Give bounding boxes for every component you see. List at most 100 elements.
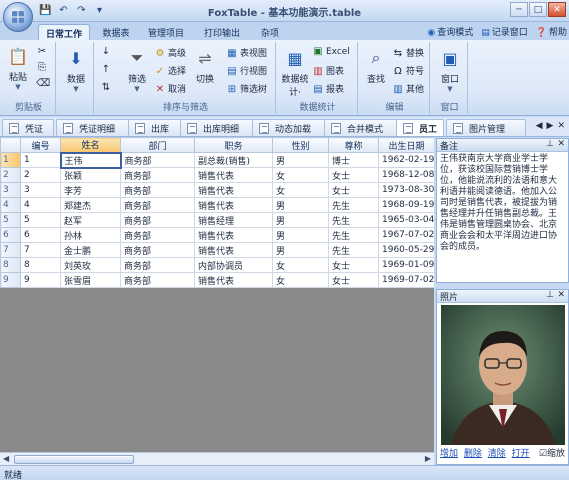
- table-cell[interactable]: 张颖: [60, 167, 121, 183]
- table-cell[interactable]: 1968-09-19: [378, 197, 434, 213]
- select-button[interactable]: ✓ 选择: [154, 64, 186, 77]
- table-cell[interactable]: 1969-01-09: [378, 257, 434, 273]
- column-header[interactable]: 尊称: [328, 137, 379, 153]
- sheet-tab-employees[interactable]: 员工: [396, 119, 444, 136]
- table-cell[interactable]: 男: [272, 227, 329, 243]
- table-cell[interactable]: 商务部: [120, 212, 195, 228]
- row-header[interactable]: 3: [0, 182, 21, 198]
- sort-custom-button[interactable]: ⇅: [100, 82, 114, 93]
- table-row[interactable]: 8 8 刘英玫 商务部 内部协调员女女士 1969-01-09: [0, 257, 434, 273]
- record-window-button[interactable]: ▤ 记录窗口: [481, 25, 528, 38]
- row-header[interactable]: 4: [0, 197, 21, 213]
- table-cell[interactable]: 商务部: [120, 227, 195, 243]
- row-header[interactable]: 1: [0, 152, 21, 168]
- scroll-thumb[interactable]: [14, 455, 134, 464]
- column-header[interactable]: 部门: [120, 137, 195, 153]
- zoom-checkbox[interactable]: ☑缩放: [539, 446, 565, 459]
- table-cell[interactable]: 女: [272, 167, 329, 183]
- sheet-tab-image-management[interactable]: 图片管理: [446, 119, 526, 136]
- table-cell[interactable]: 赵军: [60, 212, 121, 228]
- table-cell[interactable]: 女士: [328, 272, 379, 288]
- table-view-button[interactable]: ▦ 表视图: [226, 46, 267, 59]
- table-cell[interactable]: 商务部: [120, 152, 195, 168]
- close-icon[interactable]: ✕: [557, 139, 565, 149]
- table-cell[interactable]: 男: [272, 242, 329, 258]
- table-cell[interactable]: 女: [272, 182, 329, 198]
- table-cell[interactable]: 1960-05-29: [378, 242, 434, 258]
- table-cell[interactable]: 1973-08-30: [378, 182, 434, 198]
- notes-text[interactable]: 王伟获南京大学商业学士学位，获该校国际营销博士学位，他能说流利的法语和意大利语并…: [437, 152, 568, 280]
- sheet-tab-dynamic-load[interactable]: 动态加载: [252, 119, 328, 136]
- table-cell[interactable]: 商务部: [120, 197, 195, 213]
- column-header[interactable]: 出生日期: [378, 137, 434, 153]
- table-cell[interactable]: 商务部: [120, 257, 195, 273]
- table-row[interactable]: 1 1 王伟 商务部 副总裁(销售) 男博士 1962-02-19: [0, 151, 434, 169]
- pin-icon[interactable]: ⊥: [546, 290, 554, 300]
- table-cell[interactable]: 2: [20, 167, 61, 183]
- table-cell[interactable]: 销售代表: [194, 227, 273, 243]
- table-cell[interactable]: 先生: [328, 227, 379, 243]
- table-cell[interactable]: 王伟: [59, 151, 122, 169]
- table-row[interactable]: 2 2 张颖 商务部 销售代表女女士 1968-12-08: [0, 167, 434, 183]
- row-header[interactable]: 2: [0, 167, 21, 183]
- maximize-button[interactable]: □: [529, 2, 547, 17]
- row-header[interactable]: 7: [0, 242, 21, 258]
- table-row[interactable]: 9 9 张雪眉 商务部 销售代表女女士 1969-07-02: [0, 272, 434, 288]
- column-header[interactable]: 性别: [272, 137, 329, 153]
- table-cell[interactable]: 女士: [328, 167, 379, 183]
- table-cell[interactable]: 7: [20, 242, 61, 258]
- table-cell[interactable]: 内部协调员: [194, 257, 273, 273]
- table-row[interactable]: 3 3 李芳 商务部 销售代表女女士 1973-08-30: [0, 182, 434, 198]
- other-button[interactable]: ▥ 其他: [392, 82, 424, 95]
- excel-button[interactable]: ▣ Excel: [312, 46, 350, 57]
- query-mode-button[interactable]: ◉ 查询模式: [427, 25, 473, 38]
- close-icon[interactable]: ✕: [557, 290, 565, 300]
- table-cell[interactable]: 1: [20, 152, 61, 168]
- chart-button[interactable]: ▥ 图表: [312, 64, 344, 77]
- row-view-button[interactable]: ▤ 行视图: [226, 64, 267, 77]
- table-cell[interactable]: 副总裁(销售): [194, 152, 273, 168]
- table-row[interactable]: 6 6 孙林 商务部 销售代表男先生 1967-07-02: [0, 227, 434, 243]
- table-cell[interactable]: 张雪眉: [60, 272, 121, 288]
- scroll-right-icon[interactable]: ▶: [547, 121, 554, 131]
- table-cell[interactable]: 男: [272, 212, 329, 228]
- table-cell[interactable]: 女士: [328, 182, 379, 198]
- table-cell[interactable]: 1967-07-02: [378, 227, 434, 243]
- office-button[interactable]: [3, 2, 33, 32]
- report-button[interactable]: ▤ 报表: [312, 82, 344, 95]
- column-header[interactable]: 姓名: [60, 137, 121, 153]
- sort-asc-button[interactable]: ↓: [100, 46, 114, 57]
- format-painter-button[interactable]: ⌫: [36, 78, 50, 89]
- table-cell[interactable]: 男: [272, 152, 329, 168]
- scroll-right-arrow-icon[interactable]: ▶: [425, 454, 431, 463]
- copy-button[interactable]: ⎘: [36, 62, 50, 73]
- find-button[interactable]: ⌕ 查找: [362, 46, 390, 85]
- replace-button[interactable]: ⇆ 替换: [392, 46, 424, 59]
- table-cell[interactable]: 销售代表: [194, 197, 273, 213]
- help-button[interactable]: ❓ 帮助: [536, 25, 567, 38]
- table-cell[interactable]: 女士: [328, 257, 379, 273]
- close-sheet-icon[interactable]: ✕: [557, 121, 565, 131]
- table-cell[interactable]: 孙林: [60, 227, 121, 243]
- scroll-left-icon[interactable]: ◀: [536, 121, 543, 131]
- advanced-filter-button[interactable]: ⚙ 高级: [154, 46, 187, 59]
- clear-photo-link[interactable]: 清除: [488, 449, 506, 459]
- table-row[interactable]: 4 4 郑建杰 商务部 销售代表男先生 1968-09-19: [0, 197, 434, 213]
- close-button[interactable]: ✕: [548, 2, 566, 17]
- table-cell[interactable]: 1968-12-08: [378, 167, 434, 183]
- table-cell[interactable]: 商务部: [120, 242, 195, 258]
- tab-misc[interactable]: 杂项: [254, 24, 286, 40]
- table-cell[interactable]: 金士鹏: [60, 242, 121, 258]
- sheet-tab-outbound[interactable]: 出库: [128, 119, 188, 136]
- table-cell[interactable]: 博士: [328, 152, 379, 168]
- column-header[interactable]: 职务: [194, 137, 273, 153]
- table-cell[interactable]: 5: [20, 212, 61, 228]
- switch-button[interactable]: ⇌ 切换: [190, 46, 220, 86]
- symbol-button[interactable]: Ω 符号: [392, 64, 424, 77]
- minimize-button[interactable]: ─: [510, 2, 528, 17]
- table-cell[interactable]: 女: [272, 257, 329, 273]
- tab-datatable[interactable]: 数据表: [96, 24, 136, 40]
- window-button[interactable]: ▣ 窗口 ▼: [435, 46, 465, 94]
- sheet-tab-merge-mode[interactable]: 合并模式: [324, 119, 400, 136]
- table-cell[interactable]: 4: [20, 197, 61, 213]
